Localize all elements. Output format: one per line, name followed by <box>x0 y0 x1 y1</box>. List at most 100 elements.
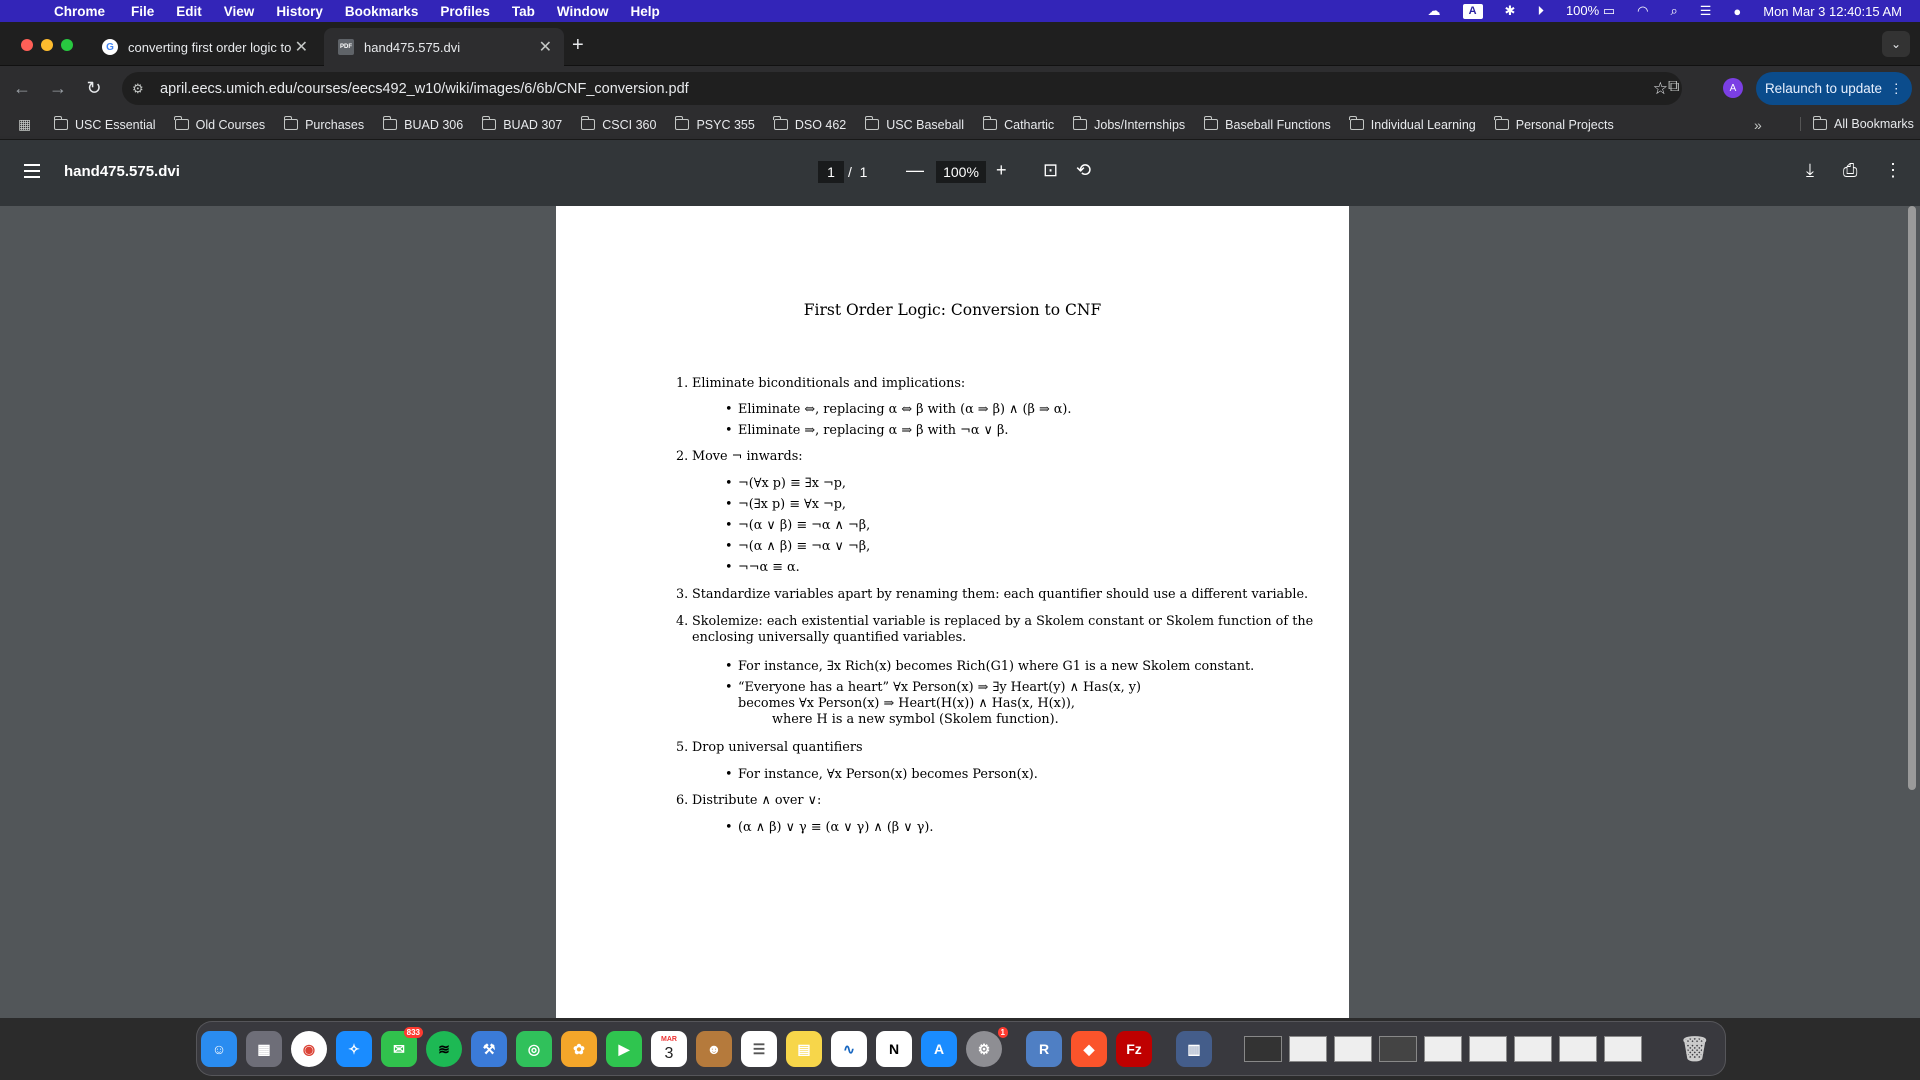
menu-tab[interactable]: Tab <box>512 4 535 19</box>
address-url[interactable]: april.eecs.umich.edu/courses/eecs492_w10… <box>160 81 689 97</box>
menu-history[interactable]: History <box>276 4 323 19</box>
system-settings-icon[interactable]: ⚙ 1 <box>966 1027 1008 1067</box>
menu-app-name[interactable]: Chrome <box>54 4 105 19</box>
bookmark-folder[interactable]: Personal Projects <box>1494 116 1614 132</box>
apps-grid-icon[interactable]: ▦ <box>18 116 34 133</box>
bookmark-folder[interactable]: BUAD 307 <box>481 116 562 132</box>
spotify-icon[interactable]: ≋ <box>426 1031 462 1067</box>
bluetooth-icon[interactable]: ✱ <box>1505 3 1516 19</box>
launchpad-icon[interactable]: ▦ <box>246 1031 282 1067</box>
zoom-in-button[interactable]: + <box>996 160 1007 181</box>
bookmark-folder[interactable]: Cathartic <box>982 116 1054 132</box>
menu-edit[interactable]: Edit <box>176 4 202 19</box>
cloud-icon[interactable]: ☁ <box>1428 3 1441 19</box>
profile-avatar[interactable]: A <box>1723 78 1743 98</box>
bookmark-folder[interactable]: USC Essential <box>53 116 156 132</box>
minimized-window-thumbnail[interactable] <box>1379 1036 1417 1062</box>
play-icon[interactable]: ⏵ <box>1537 3 1544 19</box>
minimized-window-thumbnail[interactable] <box>1334 1036 1372 1062</box>
photos-icon[interactable]: ✿ <box>561 1031 597 1067</box>
messages-icon[interactable]: ✉ 833 <box>381 1027 423 1067</box>
facetime-icon[interactable]: ▶ <box>606 1031 642 1067</box>
minimized-window-thumbnail[interactable] <box>1424 1036 1462 1062</box>
chrome-icon[interactable]: ◉ <box>291 1031 327 1067</box>
filezilla-icon[interactable]: Fz <box>1116 1031 1152 1067</box>
more-bookmarks-chevron-icon[interactable]: » <box>1754 117 1762 133</box>
fit-to-page-icon[interactable]: ⊡ <box>1043 160 1058 181</box>
bookmark-folder[interactable]: PSYC 355 <box>674 116 755 132</box>
minimized-window-thumbnail[interactable] <box>1469 1036 1507 1062</box>
bookmark-folder[interactable]: Purchases <box>283 116 364 132</box>
menu-icon[interactable] <box>24 164 40 178</box>
menu-file[interactable]: File <box>131 4 154 19</box>
trash-icon[interactable]: 🗑 <box>1677 1031 1713 1067</box>
find-my-icon[interactable]: ◎ <box>516 1031 552 1067</box>
bookmark-star-icon[interactable]: ☆ <box>1653 79 1668 99</box>
bookmark-folder[interactable]: CSCI 360 <box>580 116 656 132</box>
calendar-icon[interactable]: MAR 3 <box>651 1031 687 1067</box>
notes-icon[interactable]: ▤ <box>786 1031 822 1067</box>
relaunch-to-update-button[interactable]: Relaunch to update ⋮ <box>1756 72 1912 105</box>
siri-icon[interactable]: ● <box>1733 4 1741 19</box>
close-tab-icon[interactable]: ✕ <box>295 37 308 57</box>
minimize-window-button[interactable] <box>41 39 53 51</box>
reload-button[interactable]: ↻ <box>76 78 112 99</box>
scrollbar[interactable] <box>1908 206 1916 790</box>
xcode-icon[interactable]: ⚒ <box>471 1031 507 1067</box>
zoom-level-input[interactable]: 100% <box>936 161 986 183</box>
minimized-window-thumbnail[interactable] <box>1289 1036 1327 1062</box>
tab-search[interactable]: G converting first order logic to ✕ <box>88 28 320 66</box>
menu-window[interactable]: Window <box>557 4 609 19</box>
brave-icon[interactable]: ◆ <box>1071 1031 1107 1067</box>
freeform-icon[interactable]: ∿ <box>831 1031 867 1067</box>
address-bar[interactable]: ⚙ april.eecs.umich.edu/courses/eecs492_w… <box>122 72 1682 105</box>
zoom-window-button[interactable] <box>61 39 73 51</box>
menu-bookmarks[interactable]: Bookmarks <box>345 4 419 19</box>
bookmark-folder[interactable]: Old Courses <box>174 116 265 132</box>
item-number: 2. <box>676 449 689 464</box>
contacts-icon[interactable]: ☻ <box>696 1031 732 1067</box>
bookmark-folder[interactable]: Jobs/Internships <box>1072 116 1185 132</box>
new-tab-button[interactable]: + <box>572 34 584 57</box>
menu-profiles[interactable]: Profiles <box>440 4 490 19</box>
all-bookmarks-button[interactable]: All Bookmarks <box>1800 115 1914 131</box>
close-tab-icon[interactable]: ✕ <box>539 37 552 57</box>
notion-icon[interactable]: N <box>876 1031 912 1067</box>
safari-icon[interactable]: ✧ <box>336 1031 372 1067</box>
extensions-icon[interactable]: ⧉ <box>1668 78 1679 96</box>
battery-status[interactable]: 100% ▭ <box>1566 3 1615 19</box>
back-button[interactable]: ← <box>4 78 40 99</box>
download-icon[interactable]: ⤓ <box>1806 160 1814 181</box>
app-store-icon[interactable]: A <box>921 1031 957 1067</box>
r-studio-icon[interactable]: R <box>1026 1031 1062 1067</box>
wifi-icon[interactable]: ◠ <box>1637 3 1648 19</box>
rotate-icon[interactable]: ⟲ <box>1076 160 1091 181</box>
print-icon[interactable]: ⎙ <box>1843 160 1857 181</box>
close-window-button[interactable] <box>21 39 33 51</box>
page-number-input[interactable]: 1 <box>818 161 844 183</box>
input-source-icon[interactable]: A <box>1462 3 1483 19</box>
bookmark-folder[interactable]: Individual Learning <box>1349 116 1476 132</box>
minimized-window-thumbnail[interactable] <box>1244 1036 1282 1062</box>
spotlight-icon[interactable]: ⌕ <box>1670 3 1677 19</box>
minimized-window-thumbnail[interactable] <box>1559 1036 1597 1062</box>
control-center-icon[interactable]: ☰ <box>1700 3 1712 19</box>
menubar-clock[interactable]: Mon Mar 3 12:40:15 AM <box>1763 4 1902 19</box>
finder-icon[interactable]: ☺ <box>201 1031 237 1067</box>
bookmark-folder[interactable]: BUAD 306 <box>382 116 463 132</box>
forward-button[interactable]: → <box>40 78 76 99</box>
minimized-window-thumbnail[interactable] <box>1514 1036 1552 1062</box>
menu-view[interactable]: View <box>224 4 255 19</box>
zoom-out-button[interactable]: — <box>906 160 924 181</box>
tab-search-chevron-icon[interactable]: ⌄ <box>1882 31 1910 57</box>
downloads-folder-icon[interactable]: ▥ <box>1176 1031 1212 1067</box>
menu-help[interactable]: Help <box>631 4 660 19</box>
site-info-icon[interactable]: ⚙ <box>132 81 156 97</box>
minimized-window-thumbnail[interactable] <box>1604 1036 1642 1062</box>
bookmark-folder[interactable]: DSO 462 <box>773 116 846 132</box>
tab-pdf[interactable]: PDF hand475.575.dvi ✕ <box>324 28 564 66</box>
bookmark-folder[interactable]: Baseball Functions <box>1203 116 1331 132</box>
more-options-icon[interactable]: ⋮ <box>1884 160 1902 181</box>
bookmark-folder[interactable]: USC Baseball <box>864 116 964 132</box>
reminders-icon[interactable]: ☰ <box>741 1031 777 1067</box>
